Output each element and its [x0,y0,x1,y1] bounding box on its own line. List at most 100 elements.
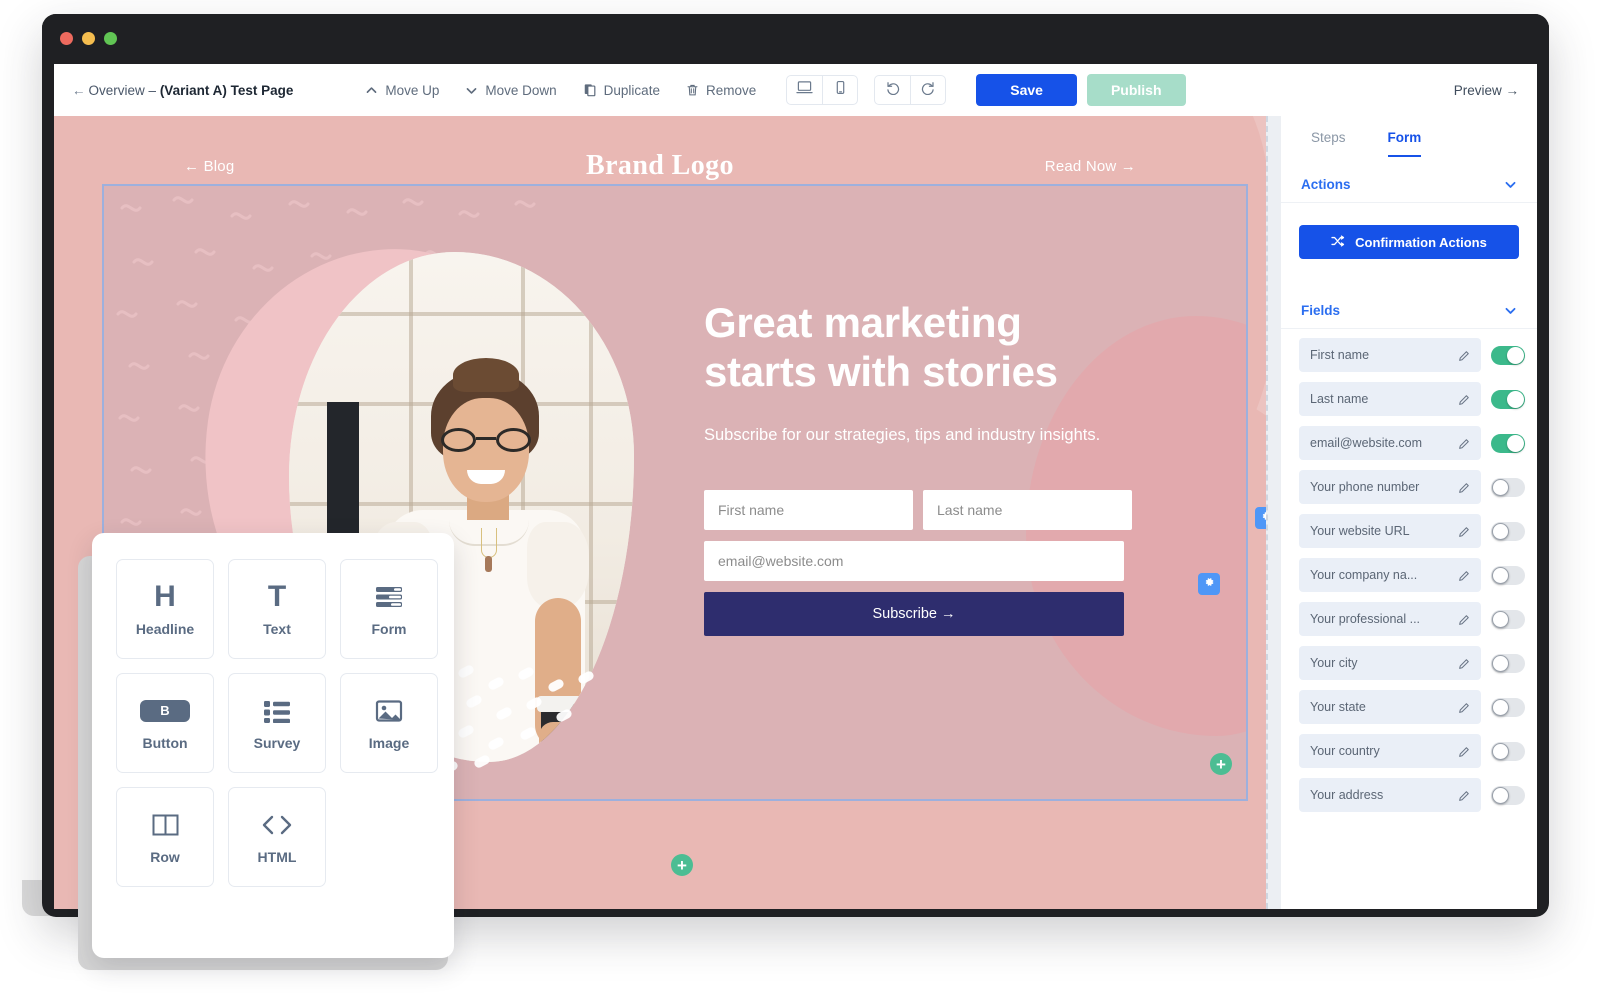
field-pill[interactable]: Your state [1299,690,1481,724]
maximize-button[interactable] [104,32,117,45]
chevron-down-icon [465,84,478,97]
undo-button[interactable] [875,76,910,104]
field-pill[interactable]: First name [1299,338,1481,372]
panel-tabs: Steps Form [1281,116,1537,157]
pencil-icon[interactable] [1458,525,1470,537]
desktop-view-button[interactable] [787,76,822,104]
element-picker-item-button[interactable]: BButton [116,673,214,773]
field-row[interactable]: Your company na... [1281,553,1537,597]
element-picker-item-label: Text [263,621,291,637]
field-toggle[interactable] [1491,566,1525,585]
field-pill[interactable]: Your company na... [1299,558,1481,592]
field-pill[interactable]: Your country [1299,734,1481,768]
hero-block-settings-button[interactable] [1198,573,1220,595]
chevron-down-icon[interactable] [1504,178,1517,191]
field-label: Your address [1310,788,1452,802]
field-toggle[interactable] [1491,742,1525,761]
field-row[interactable]: Your phone number [1281,465,1537,509]
field-toggle[interactable] [1491,478,1525,497]
fields-list[interactable]: First name Last name email@website.com Your… [1281,333,1537,817]
field-row[interactable]: Your professional ... [1281,597,1537,641]
field-toggle[interactable] [1491,522,1525,541]
field-pill[interactable]: email@website.com [1299,426,1481,460]
close-button[interactable] [60,32,73,45]
move-down-button[interactable]: Move Down [465,83,556,98]
field-pill[interactable]: Your website URL [1299,514,1481,548]
pencil-icon[interactable] [1458,569,1470,581]
remove-button[interactable]: Remove [686,83,756,98]
field-toggle[interactable] [1491,346,1525,365]
field-row[interactable]: email@website.com [1281,421,1537,465]
move-up-button[interactable]: Move Up [365,83,439,98]
tab-form[interactable]: Form [1388,130,1422,157]
breadcrumb[interactable]: ←Overview – (Variant A) Test Page [72,83,293,98]
pencil-icon[interactable] [1458,789,1470,801]
tab-steps[interactable]: Steps [1311,130,1346,157]
field-row[interactable]: Last name [1281,377,1537,421]
add-element-inside-button[interactable]: + [1210,753,1232,775]
field-toggle[interactable] [1491,698,1525,717]
redo-button[interactable] [910,76,945,104]
field-row[interactable]: Your state [1281,685,1537,729]
text-t-icon: T [268,582,286,612]
email-input[interactable] [704,541,1124,581]
preview-link[interactable]: Preview → [1454,83,1519,98]
element-picker-item-headline[interactable]: HHeadline [116,559,214,659]
mobile-view-button[interactable] [822,76,857,104]
pencil-icon[interactable] [1458,349,1470,361]
element-picker-item-label: Image [369,735,409,751]
pencil-icon[interactable] [1458,613,1470,625]
element-picker-item-form[interactable]: Form [340,559,438,659]
publish-button[interactable]: Publish [1087,74,1186,106]
field-row[interactable]: First name [1281,333,1537,377]
element-picker-item-image[interactable]: Image [340,673,438,773]
pencil-icon[interactable] [1458,393,1470,405]
field-pill[interactable]: Your phone number [1299,470,1481,504]
field-toggle[interactable] [1491,786,1525,805]
minimize-button[interactable] [82,32,95,45]
field-toggle[interactable] [1491,654,1525,673]
fields-section-title: Fields [1301,303,1340,318]
page-section-settings-button[interactable] [1255,507,1266,529]
first-name-input[interactable] [704,490,913,530]
pencil-icon[interactable] [1458,701,1470,713]
fields-section-header[interactable]: Fields [1281,283,1537,329]
field-pill[interactable]: Last name [1299,382,1481,416]
mobile-icon [835,80,846,100]
field-row[interactable]: Your address [1281,773,1537,817]
field-toggle[interactable] [1491,434,1525,453]
duplicate-button[interactable]: Duplicate [583,83,660,98]
breadcrumb-overview[interactable]: Overview [89,83,145,98]
person-pendant [485,556,492,572]
field-toggle[interactable] [1491,390,1525,409]
pencil-icon[interactable] [1458,745,1470,757]
save-button[interactable]: Save [976,74,1077,106]
person-hair-bun [453,358,519,392]
breadcrumb-back-arrow[interactable]: ← [72,83,86,98]
pencil-icon[interactable] [1458,437,1470,449]
field-pill[interactable]: Your professional ... [1299,602,1481,636]
field-row[interactable]: Your website URL [1281,509,1537,553]
field-toggle[interactable] [1491,610,1525,629]
field-pill[interactable]: Your city [1299,646,1481,680]
element-picker-item-survey[interactable]: Survey [228,673,326,773]
chevron-down-icon[interactable] [1504,304,1517,317]
field-row[interactable]: Your city [1281,641,1537,685]
canvas-right-gutter [1266,116,1281,909]
code-brackets-icon [261,810,293,840]
actions-section-header[interactable]: Actions [1281,157,1537,203]
subscribe-button[interactable]: Subscribe → [704,592,1124,636]
toggle-knob [1492,479,1509,496]
field-pill[interactable]: Your address [1299,778,1481,812]
last-name-input[interactable] [923,490,1132,530]
confirmation-actions-button[interactable]: Confirmation Actions [1299,225,1519,259]
element-picker-item-row[interactable]: Row [116,787,214,887]
add-section-button[interactable]: + [671,854,693,876]
element-picker-panel[interactable]: HHeadline T Text Form BButtonSurvey Image RowH… [92,533,454,958]
element-picker-item-html[interactable]: HTML [228,787,326,887]
pencil-icon[interactable] [1458,657,1470,669]
element-picker-item-text[interactable]: T Text [228,559,326,659]
field-row[interactable]: Your country [1281,729,1537,773]
redo-icon [920,80,936,100]
pencil-icon[interactable] [1458,481,1470,493]
